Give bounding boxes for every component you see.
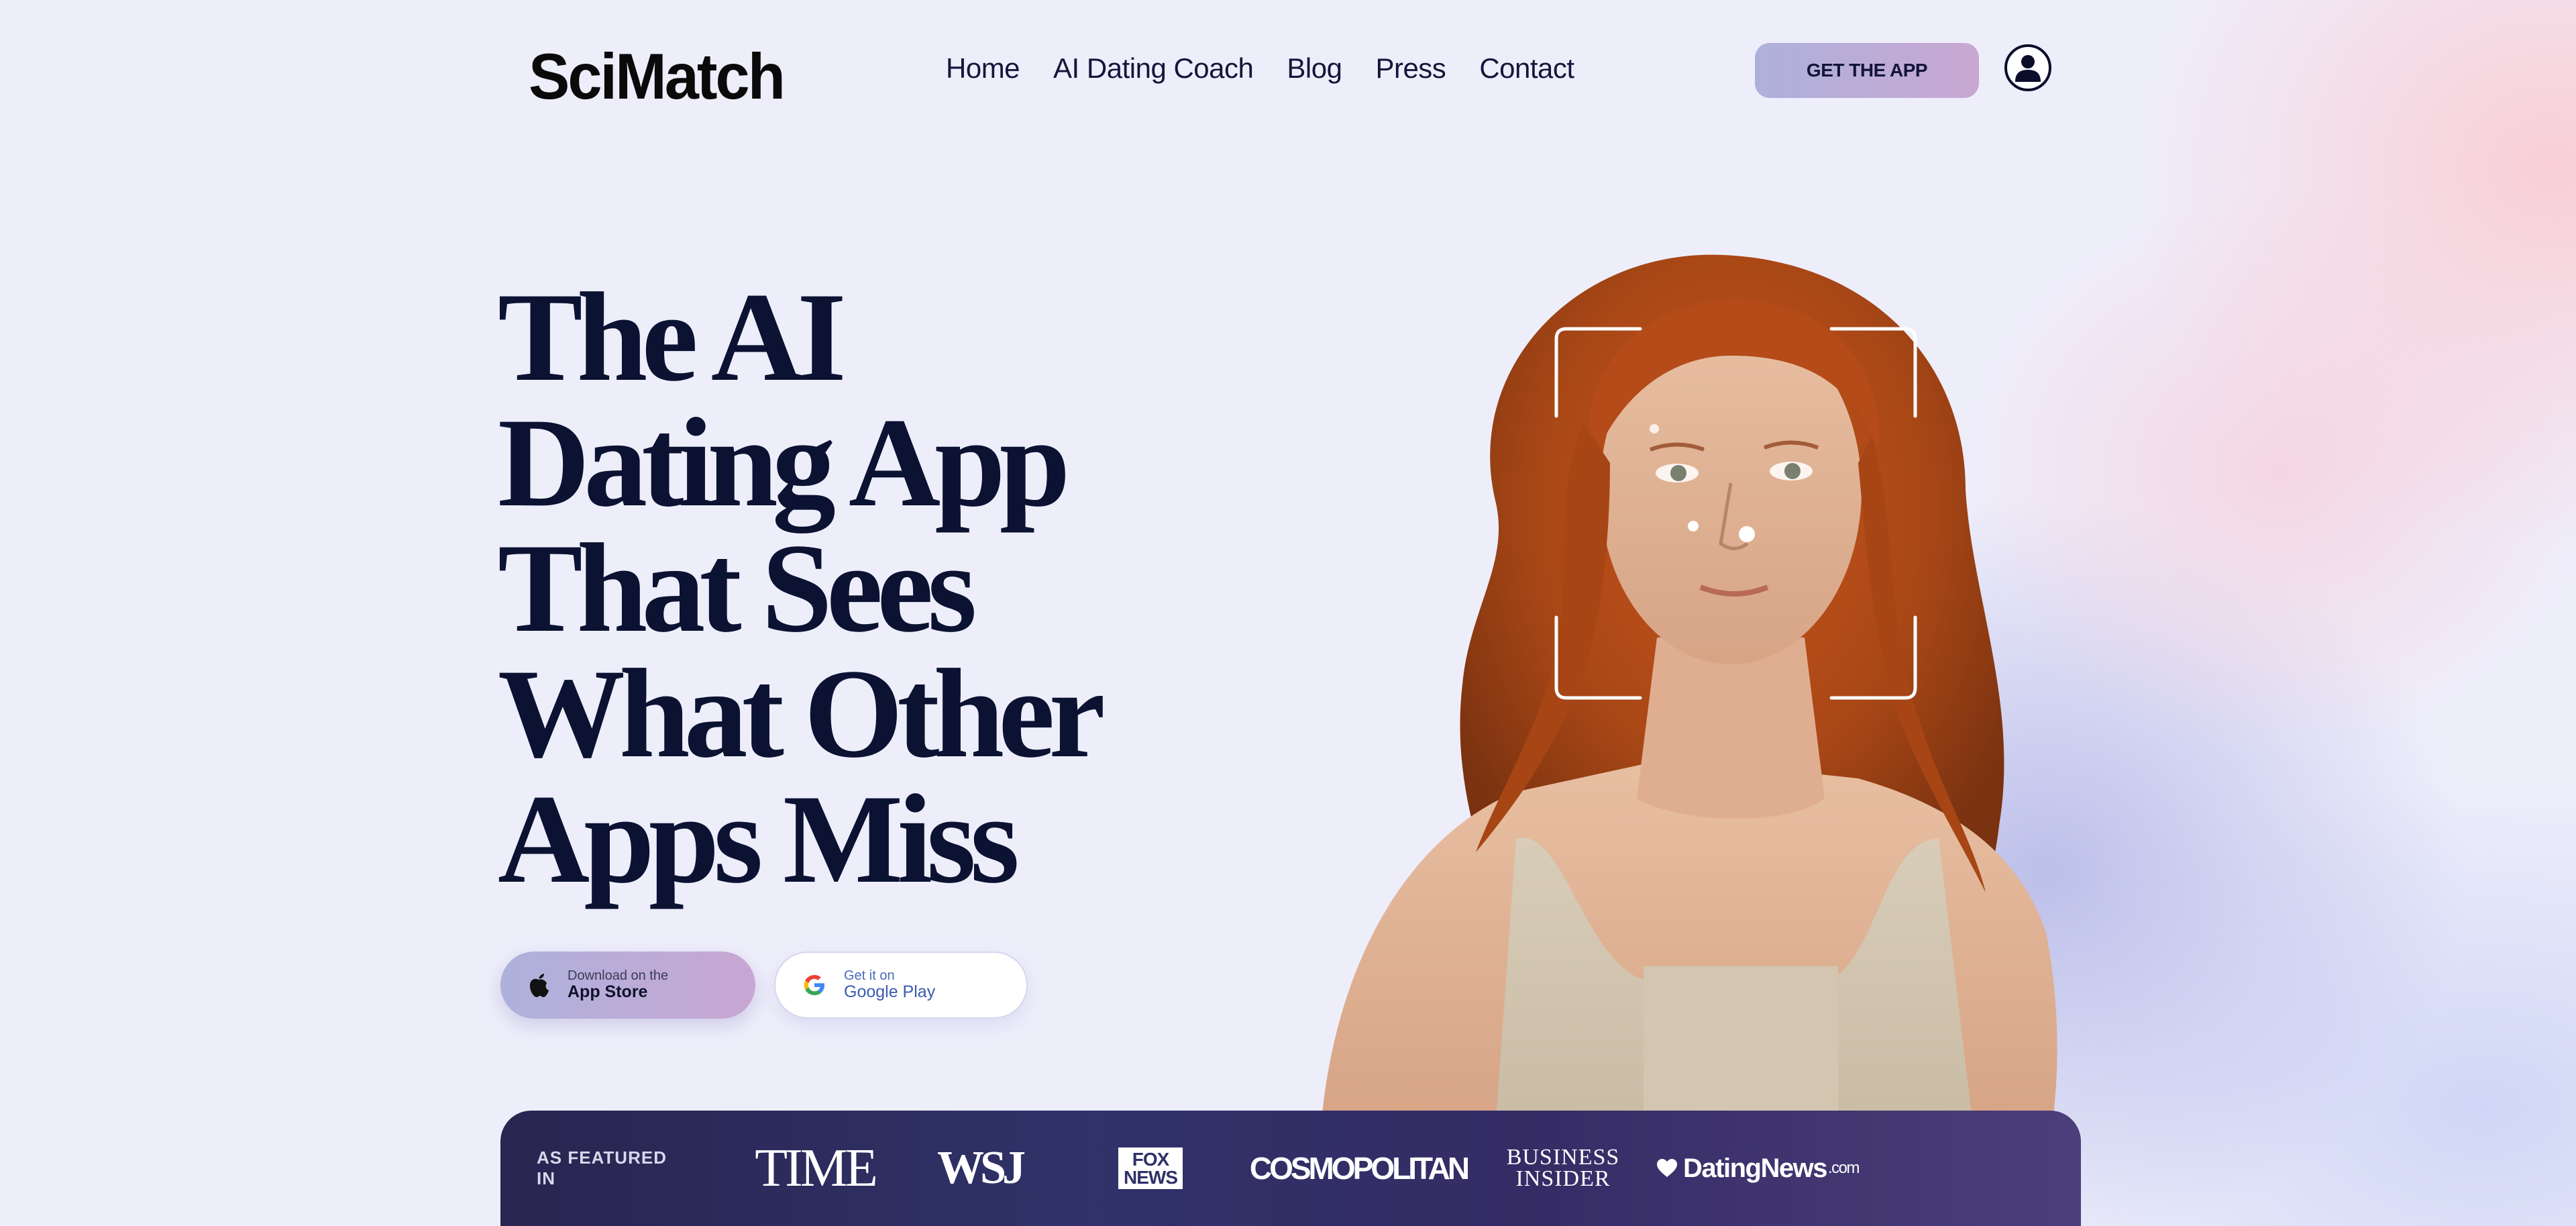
page-background <box>0 0 2576 1226</box>
app-store-button[interactable]: Download on the App Store <box>500 952 755 1019</box>
fox-news-logo-bottom: NEWS <box>1124 1167 1178 1188</box>
press-logos: TIME WSJ FOX NEWS COSMOPOLITAN BUSINESS … <box>738 1138 1872 1199</box>
brand-logo[interactable]: SciMatch <box>529 40 786 114</box>
google-play-small-text: Get it on <box>844 968 895 984</box>
scan-point <box>1688 521 1699 531</box>
nav-press[interactable]: Press <box>1375 52 1446 85</box>
scan-point <box>1650 424 1659 433</box>
scan-point <box>1739 526 1755 542</box>
apple-icon <box>530 974 549 997</box>
business-insider-logo[interactable]: BUSINESS INSIDER <box>1483 1145 1644 1191</box>
headline-line: What Other <box>498 644 1106 784</box>
app-store-small-text: Download on the <box>568 968 669 984</box>
headline-line: That Sees <box>498 518 977 659</box>
datingnews-logo-text: DatingNews <box>1683 1153 1827 1183</box>
portrait-photo <box>1322 254 2057 1121</box>
datingnews-logo-suffix: .com <box>1827 1159 1860 1177</box>
get-the-app-button[interactable]: GET THE APP <box>1755 43 1979 98</box>
nav-contact[interactable]: Contact <box>1479 52 1574 85</box>
cosmopolitan-logo[interactable]: COSMOPOLITAN <box>1234 1150 1483 1186</box>
time-logo[interactable]: TIME <box>738 1138 892 1199</box>
featured-label: AS FEATURED IN <box>537 1147 667 1188</box>
wsj-logo[interactable]: WSJ <box>892 1141 1067 1195</box>
google-play-label: Google Play <box>844 982 936 1002</box>
nav-ai-dating-coach[interactable]: AI Dating Coach <box>1053 52 1254 85</box>
hero-headline: The AI Dating App That Sees What Other A… <box>498 267 1236 910</box>
featured-in-bar: AS FEATURED IN TIME WSJ FOX NEWS COSMOPO… <box>500 1111 2081 1226</box>
google-play-button[interactable]: Get it on Google Play <box>774 952 1028 1019</box>
business-insider-logo-bottom: INSIDER <box>1515 1166 1611 1191</box>
user-account-button[interactable] <box>2004 44 2051 91</box>
fox-news-logo-top: FOX <box>1132 1149 1170 1170</box>
headline-line: Apps Miss <box>498 769 1020 910</box>
nav-blog[interactable]: Blog <box>1287 52 1342 85</box>
heart-icon <box>1657 1159 1678 1177</box>
headline-line: The AI <box>498 267 847 408</box>
headline-line: Dating App <box>498 393 1071 533</box>
business-insider-logo-top: BUSINESS <box>1506 1145 1620 1170</box>
google-icon <box>804 975 824 995</box>
fox-news-logo[interactable]: FOX NEWS <box>1067 1147 1234 1189</box>
main-nav: Home AI Dating Coach Blog Press Contact <box>946 52 1574 85</box>
datingnews-logo[interactable]: DatingNews .com <box>1644 1154 1872 1184</box>
user-icon <box>2015 55 2041 82</box>
app-store-label: App Store <box>568 982 648 1002</box>
nav-home[interactable]: Home <box>946 52 1020 85</box>
